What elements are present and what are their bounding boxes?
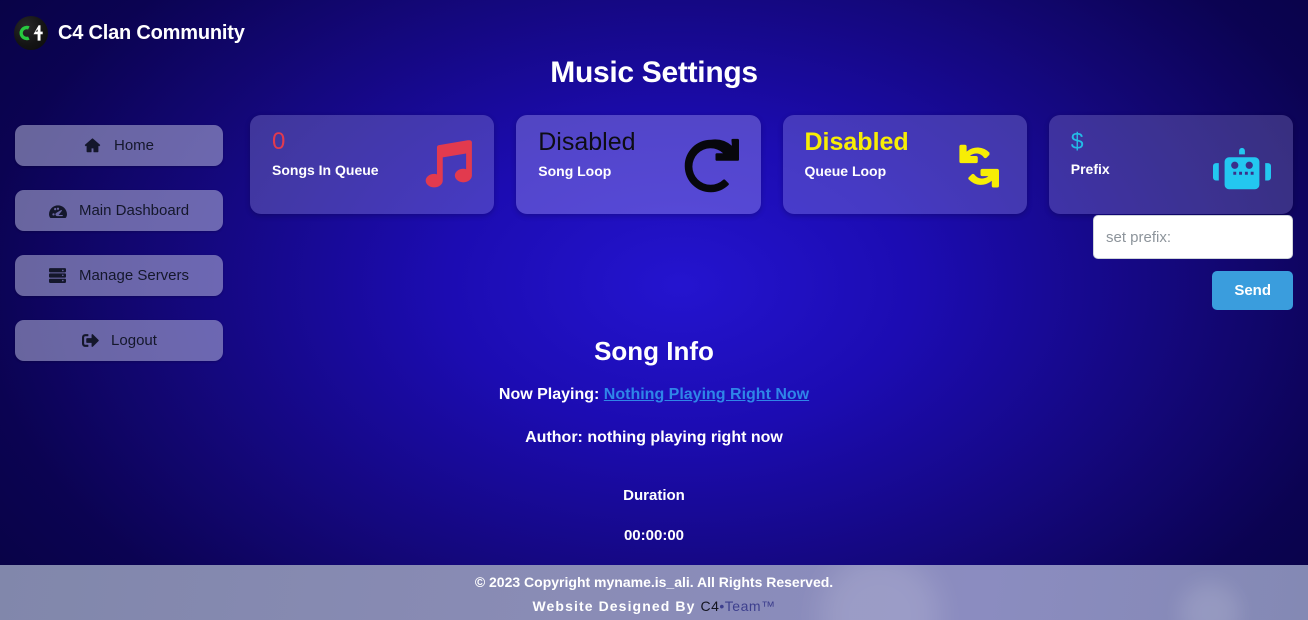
sidebar-item-label: Home [113,137,154,154]
card-value: Disabled [538,128,636,156]
card-label: Songs In Queue [272,162,379,179]
sidebar-item-label: Main Dashboard [78,202,190,219]
footer-team-label: •Team™ [719,598,776,614]
song-info-title: Song Info [594,336,714,366]
robot-icon [1213,141,1271,191]
stat-cards: 0 Songs In Queue Disabled Song Loop Disa… [250,115,1293,214]
prefix-form: Send [1093,215,1293,310]
card-text: Disabled Song Loop [538,128,636,180]
sync-loop-icon [949,138,1005,194]
card-label: Song Loop [538,163,612,180]
server-rack-icon [49,267,67,285]
music-note-icon [420,139,473,192]
card-value: Disabled [804,128,909,156]
card-text: 0 Songs In Queue [272,129,379,178]
home-icon [84,137,102,155]
footer-designed-by-prefix: Website Designed By [532,598,701,614]
card-queue-loop[interactable]: Disabled Queue Loop [782,115,1027,214]
footer-c4-label: C4 [700,598,720,614]
prefix-input[interactable] [1093,215,1293,259]
c4-logo-icon [14,16,48,50]
redo-arrow-icon [683,138,739,194]
now-playing-link[interactable]: Nothing Playing Right Now [604,386,809,403]
card-text: Disabled Queue Loop [804,128,909,180]
sidebar: Home Main Dashboard Manage Servers Logou… [15,125,223,361]
card-prefix[interactable]: $ Prefix [1048,115,1293,214]
sidebar-item-label: Manage Servers [78,267,190,284]
card-label: Prefix [1070,161,1110,178]
duration-value: 00:00:00 [623,527,685,544]
dashboard-gauge-icon [48,202,67,220]
card-song-loop[interactable]: Disabled Song Loop [516,115,761,214]
card-label: Queue Loop [804,163,887,180]
footer-designed-by: Website Designed By C4•Team™ [0,598,1308,614]
footer-copyright: © 2023 Copyright myname.is_ali. All Righ… [474,574,834,590]
duration-section: Duration 00:00:00 [0,487,1308,544]
brand-name: C4 Clan Community [58,21,245,44]
card-songs-in-queue[interactable]: 0 Songs In Queue [250,115,495,214]
card-value: $ [1070,128,1084,154]
song-info-section: Song Info Now Playing: Nothing Playing R… [0,336,1308,447]
send-button[interactable]: Send [1212,271,1293,310]
now-playing-row: Now Playing: Nothing Playing Right Now [0,386,1308,404]
brand: C4 Clan Community [14,16,245,50]
footer: © 2023 Copyright myname.is_ali. All Righ… [0,565,1308,620]
author-row: Author: nothing playing right now [525,429,783,446]
duration-label: Duration [623,487,685,504]
card-text: $ Prefix [1071,129,1110,177]
sidebar-item-main-dashboard[interactable]: Main Dashboard [15,190,223,231]
now-playing-label: Now Playing: [498,386,600,403]
sidebar-item-home[interactable]: Home [15,125,223,166]
sidebar-item-manage-servers[interactable]: Manage Servers [15,255,223,296]
page-title: Music Settings [550,56,758,89]
card-value: 0 [272,128,286,155]
